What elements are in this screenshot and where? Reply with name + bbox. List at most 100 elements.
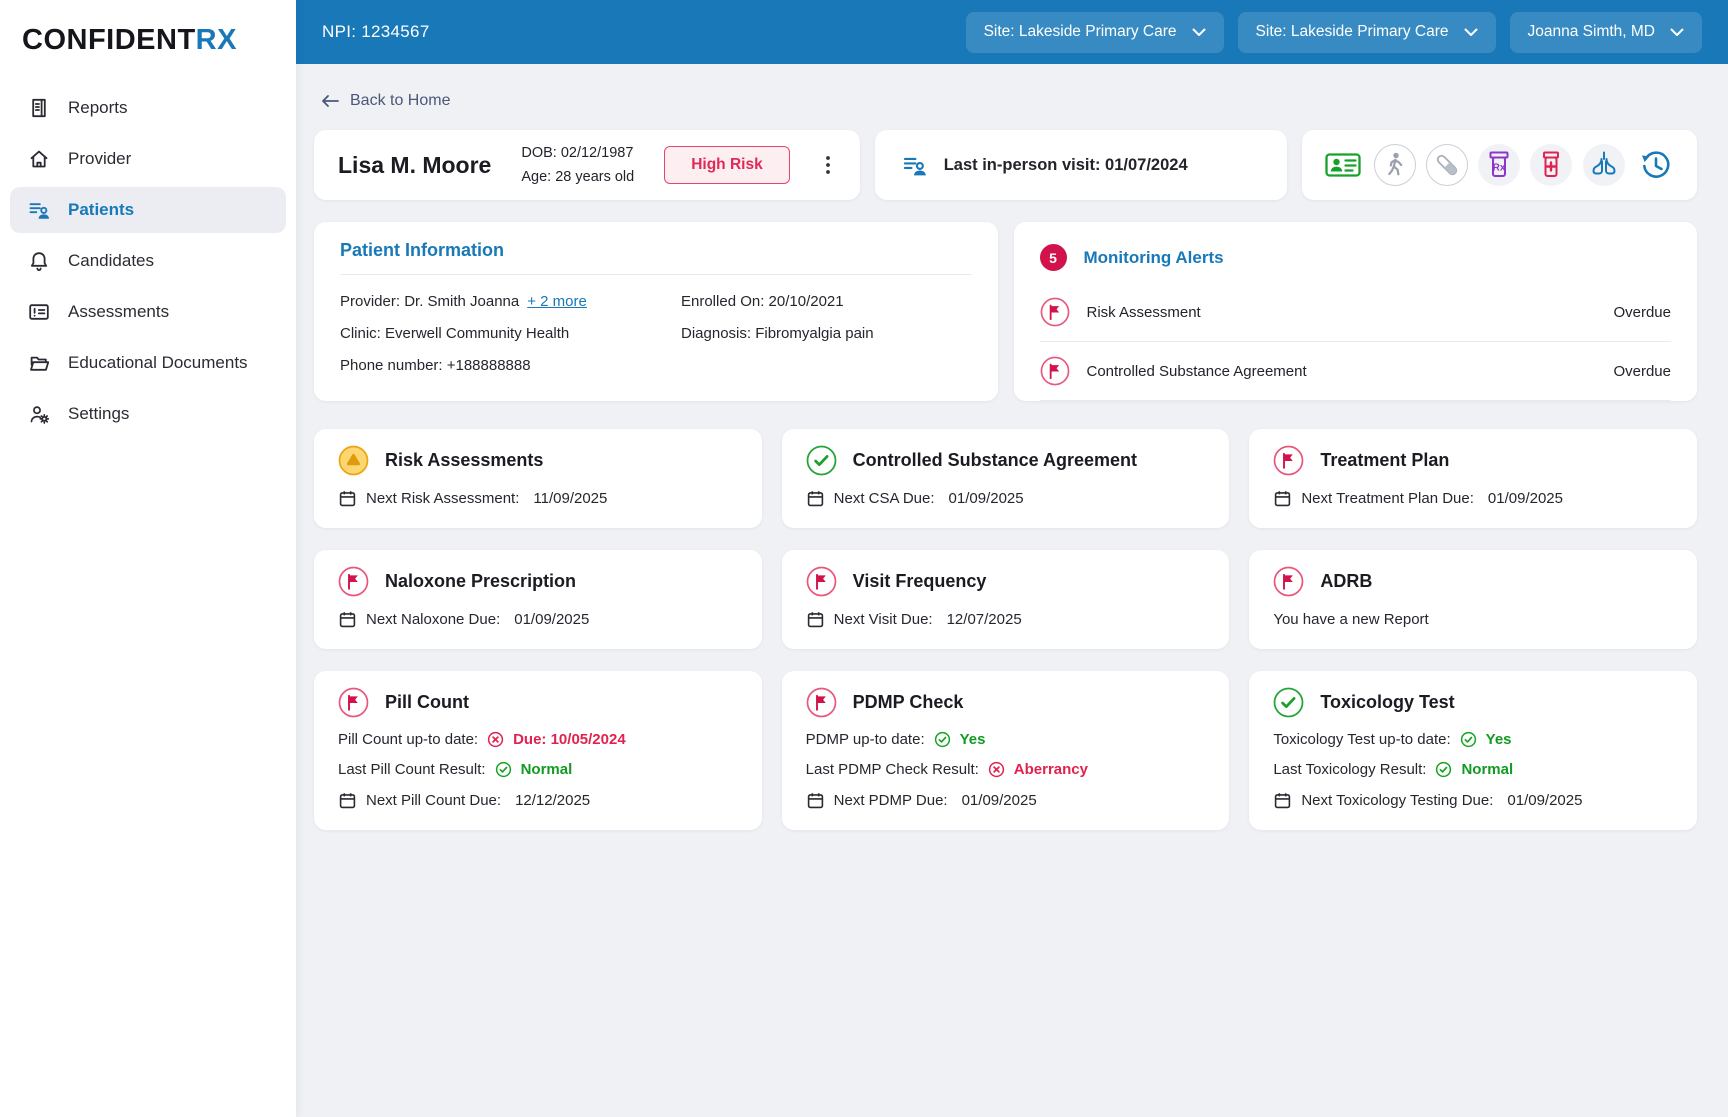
patients-icon	[901, 152, 928, 179]
visit-frequency-card[interactable]: Visit Frequency Next Visit Due: 12/07/20…	[782, 550, 1230, 649]
sidebar-item-label: Reports	[68, 98, 128, 118]
diagnosis-value: Diagnosis: Fibromyalgia pain	[681, 325, 874, 342]
lungs-button[interactable]	[1583, 144, 1625, 186]
sidebar-item-settings[interactable]: Settings	[10, 391, 286, 437]
chevron-down-icon	[1192, 28, 1206, 37]
provider-value: Provider: Dr. Smith Joanna	[340, 293, 519, 310]
patients-icon	[27, 198, 51, 222]
brand-part1: Confident	[22, 24, 196, 56]
medication-button[interactable]	[1426, 144, 1468, 186]
pill-count-card[interactable]: Pill Count Pill Count up-to date: Due: 1…	[314, 671, 762, 830]
site-selector-2[interactable]: Site: Lakeside Primary Care	[1238, 12, 1496, 53]
rx-bottle-button[interactable]: Rx	[1478, 144, 1520, 186]
toxicology-test-card[interactable]: Toxicology Test Toxicology Test up-to da…	[1249, 671, 1697, 830]
sidebar-item-patients[interactable]: Patients	[10, 187, 286, 233]
page-content: Back to Home Lisa M. Moore DOB: 02/12/19…	[296, 64, 1728, 1117]
due-value: 12/12/2025	[515, 792, 590, 809]
status-value: Yes	[1486, 731, 1512, 748]
due-row: Next Pill Count Due: 12/12/2025	[338, 791, 738, 810]
patient-dob: DOB: 02/12/1987	[521, 141, 634, 165]
alert-row-controlled-substance-agreement[interactable]: Controlled Substance Agreement Overdue	[1040, 342, 1672, 401]
back-arrow-icon	[320, 94, 340, 108]
x-circle-icon	[487, 731, 504, 748]
back-to-home-link[interactable]: Back to Home	[320, 92, 450, 110]
check-circle-icon	[1460, 731, 1477, 748]
alert-row-risk-assessment[interactable]: Risk Assessment Overdue	[1040, 283, 1672, 342]
due-value: 01/09/2025	[1507, 792, 1582, 809]
patient-summary-card: Lisa M. Moore DOB: 02/12/1987 Age: 28 ye…	[314, 130, 860, 200]
naloxone-prescription-card[interactable]: Naloxone Prescription Next Naloxone Due:…	[314, 550, 762, 649]
due-label: Next Visit Due:	[834, 611, 933, 628]
card-header: Toxicology Test	[1273, 687, 1673, 718]
sidebar-item-label: Settings	[68, 404, 129, 424]
risk-badge: High Risk	[664, 146, 789, 184]
topbar-right: Site: Lakeside Primary Care Site: Lakesi…	[966, 12, 1702, 53]
flag-circle-icon	[1273, 445, 1304, 476]
risk-assessments-card[interactable]: Risk Assessments Next Risk Assessment: 1…	[314, 429, 762, 528]
site-selector-2-label: Site: Lakeside Primary Care	[1256, 23, 1449, 41]
flag-circle-icon	[806, 687, 837, 718]
due-label: Next Treatment Plan Due:	[1301, 490, 1474, 507]
due-label: Next Naloxone Due:	[366, 611, 500, 628]
home-icon	[27, 147, 51, 171]
site-selector-1[interactable]: Site: Lakeside Primary Care	[966, 12, 1224, 53]
patient-information-left-column: Provider: Dr. Smith Joanna + 2 more Clin…	[340, 293, 681, 374]
calendar-icon	[806, 610, 825, 629]
due-label: Next Toxicology Testing Due:	[1301, 792, 1493, 809]
monitoring-cards-grid: Risk Assessments Next Risk Assessment: 1…	[314, 429, 1697, 830]
due-row: Next Visit Due: 12/07/2025	[806, 610, 1206, 629]
medicine-bottle-icon	[1531, 145, 1571, 185]
sidebar-item-educational-documents[interactable]: Educational Documents	[10, 340, 286, 386]
due-row: Next Naloxone Due: 01/09/2025	[338, 610, 738, 629]
card-header: Risk Assessments	[338, 445, 738, 476]
activity-button[interactable]	[1374, 144, 1416, 186]
user-menu-label: Joanna Simth, MD	[1528, 23, 1656, 41]
patient-menu-button[interactable]	[820, 152, 836, 178]
card-title: Visit Frequency	[853, 571, 987, 592]
patient-dob-age: DOB: 02/12/1987 Age: 28 years old	[521, 141, 634, 189]
calendar-icon	[1273, 489, 1292, 508]
status-label: PDMP up-to date:	[806, 731, 925, 748]
alert-label: Risk Assessment	[1087, 304, 1201, 321]
brand-logo: ConfidentRX	[0, 0, 296, 85]
id-card-button[interactable]	[1322, 144, 1364, 186]
calendar-icon	[338, 791, 357, 810]
user-menu[interactable]: Joanna Simth, MD	[1510, 12, 1703, 53]
adrb-card[interactable]: ADRB You have a new Report	[1249, 550, 1697, 649]
monitoring-alerts-card: 5 Monitoring Alerts Risk Assessment Over…	[1014, 222, 1698, 401]
check-circle-icon	[1435, 761, 1452, 778]
patient-information-right-column: Enrolled On: 20/10/2021 Diagnosis: Fibro…	[681, 293, 874, 374]
calendar-icon	[806, 489, 825, 508]
sidebar-item-label: Assessments	[68, 302, 169, 322]
sidebar-menu: Reports Provider Patients Candidates Ass…	[0, 85, 296, 437]
status-value: Yes	[960, 731, 986, 748]
reports-icon	[27, 96, 51, 120]
due-label: Next Pill Count Due:	[366, 792, 501, 809]
alert-label: Controlled Substance Agreement	[1087, 363, 1307, 380]
controlled-substance-agreement-card[interactable]: Controlled Substance Agreement Next CSA …	[782, 429, 1230, 528]
card-title: Controlled Substance Agreement	[853, 450, 1137, 471]
sidebar-item-provider[interactable]: Provider	[10, 136, 286, 182]
last-visit-text: Last in-person visit: 01/07/2024	[944, 156, 1188, 175]
sidebar-item-candidates[interactable]: Candidates	[10, 238, 286, 284]
medicine-bottle-button[interactable]	[1530, 144, 1572, 186]
card-title: Toxicology Test	[1320, 692, 1454, 713]
sidebar-item-assessments[interactable]: Assessments	[10, 289, 286, 335]
provider-more-link[interactable]: + 2 more	[527, 293, 587, 310]
card-title: PDMP Check	[853, 692, 964, 713]
phone-value: Phone number: +188888888	[340, 357, 681, 374]
sidebar: ConfidentRX Reports Provider Patients Ca…	[0, 0, 296, 1117]
pdmp-check-card[interactable]: PDMP Check PDMP up-to date: Yes Last PDM…	[782, 671, 1230, 830]
treatment-plan-card[interactable]: Treatment Plan Next Treatment Plan Due: …	[1249, 429, 1697, 528]
due-value: 11/09/2025	[533, 490, 607, 507]
folder-icon	[27, 351, 51, 375]
site-selector-1-label: Site: Lakeside Primary Care	[984, 23, 1177, 41]
sidebar-item-reports[interactable]: Reports	[10, 85, 286, 131]
card-title: Risk Assessments	[385, 450, 543, 471]
status-row: PDMP up-to date: Yes	[806, 731, 1206, 748]
due-label: Next CSA Due:	[834, 490, 935, 507]
rx-bottle-icon: Rx	[1479, 145, 1519, 185]
patient-information-columns: Provider: Dr. Smith Joanna + 2 more Clin…	[340, 293, 972, 374]
walking-person-icon	[1375, 145, 1415, 185]
history-button[interactable]	[1635, 144, 1677, 186]
